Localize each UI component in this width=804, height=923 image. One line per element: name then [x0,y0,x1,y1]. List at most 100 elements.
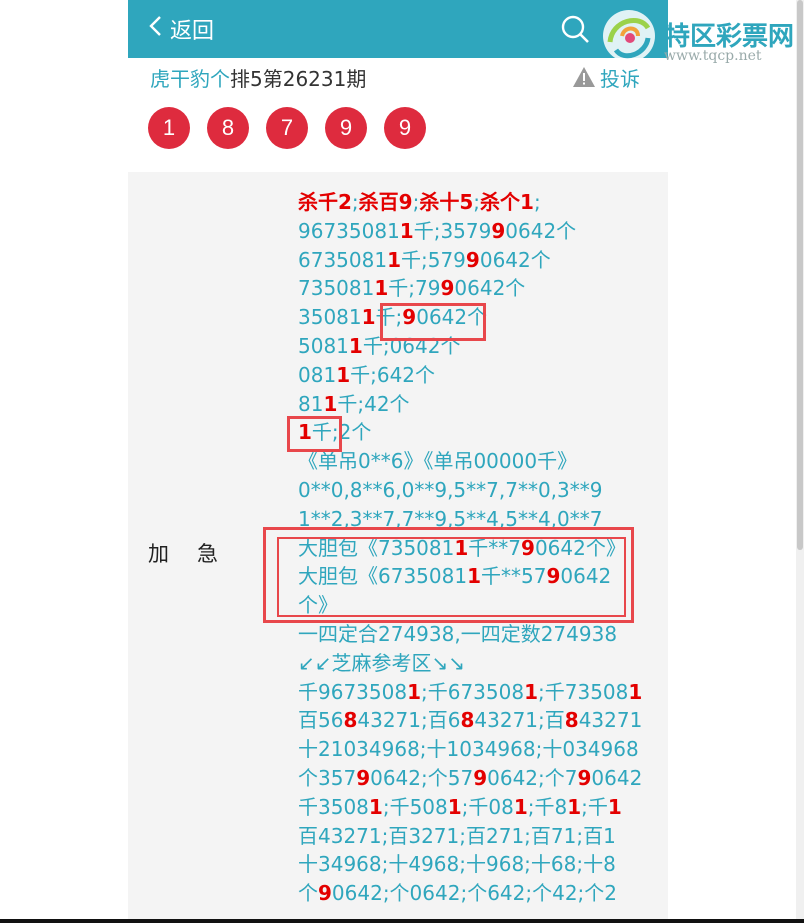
text-seg: ;千508 [382,794,448,819]
text-line: 811千;42个 [298,390,658,419]
hl-digit: 1 [387,247,401,272]
phone-view: 返回 虎干豹个 排5第26231期 投诉 1 8 7 9 9 加急 杀千2;杀百 [128,0,668,923]
site-watermark: 特区彩票网 www.tqcp.net [598,6,804,66]
text-seg: ;千673508 [421,679,525,704]
text-line: 1千;2个 [298,418,658,447]
text-line: 百43271;百3271;百271;百71;百1 [298,823,616,848]
kill-digit: 杀百9 [358,190,413,214]
lottery-link[interactable]: 虎干豹个 [150,63,230,92]
issue-title: 排5第26231期 [230,66,367,91]
separator: ; [473,190,481,214]
text-line: 千96735081;千6735081;千735081 [298,678,658,707]
text-seg: 96735081 [298,218,400,243]
hl-digit: 9 [577,765,592,790]
hl-digit: 1 [447,794,462,819]
text-seg: 千;79 [388,276,441,301]
separator: ; [351,190,359,214]
tag-label: 加急 [148,542,246,566]
text-line: 0811千;642个 [298,361,658,390]
text-seg: 千;642个 [350,362,436,387]
logo-icon [603,10,655,62]
number-ball: 1 [148,107,190,149]
warning-icon [573,67,595,87]
text-line: 杀千2;杀百9;杀十5;杀个1; [298,188,658,217]
hl-digit: 8 [460,708,475,733]
text-line: 千35081;千5081;千081;千81;千1 [298,793,658,822]
text-seg: 0642 [591,765,643,790]
text-seg: 0642;个57 [370,765,474,790]
hl-digit: 1 [628,679,643,704]
text-seg: 43271;百6 [357,708,461,733]
text-seg: 43271;百 [474,708,565,733]
hl-digit: 1 [513,794,528,819]
number-ball: 9 [325,107,367,149]
hl-digit: 8 [564,708,579,733]
text-seg: 81 [298,391,324,416]
text-seg: 千;3579 [413,218,492,243]
text-seg: 个357 [298,765,357,790]
text-line: 百56843271;百6843271;百843271 [298,706,658,735]
bottom-border [0,919,804,923]
text-line: ↙↙芝麻参考区↘↘ [298,650,466,675]
text-seg: 千;42个 [337,391,410,416]
annotation-box-1qian [287,416,342,452]
hl-digit: 1 [361,305,376,330]
number-ball: 9 [384,107,426,149]
text-seg: ;千08 [461,794,514,819]
text-line: 个90642;个0642;个642;个42;个2 [298,879,658,908]
text-seg: 个 [298,881,318,906]
hl-digit: 1 [607,794,622,819]
text-seg: 千9673508 [298,679,408,704]
text-seg: 35081 [298,305,362,330]
hl-digit: 1 [399,218,414,243]
hl-digit: 1 [336,362,351,387]
hl-digit: 1 [323,391,338,416]
text-seg: 0642个 [479,247,551,272]
text-seg: 6735081 [298,247,388,272]
text-seg: 百56 [298,708,344,733]
text-line: 一四定合274938,一四定数274938 [298,621,618,646]
text-seg: 千3508 [298,794,369,819]
back-button[interactable]: 返回 [148,12,214,46]
hl-digit: 1 [374,276,389,301]
number-ball: 8 [207,107,249,149]
text-seg: 081 [298,362,337,387]
chevron-left-icon [148,14,162,44]
text-line: 1**2,3**7,7**9,5**4,5**4,0**7 [298,506,603,527]
hl-digit: 9 [440,276,455,301]
hl-digit: 9 [491,218,506,243]
hl-digit: 9 [318,881,332,906]
hl-digit: 1 [407,679,421,704]
number-ball: 7 [266,107,308,149]
search-icon[interactable] [560,14,590,44]
text-seg: 0642;个7 [487,765,578,790]
watermark-site-url: www.tqcp.net [664,48,762,64]
text-line: 个35790642;个5790642;个790642 [298,764,658,793]
hl-digit: 8 [343,708,358,733]
text-seg: 735081 [298,276,375,301]
hl-digit: 1 [368,794,383,819]
hl-digit: 9 [356,765,371,790]
text-seg: ;千73508 [538,679,629,704]
text-line: 《单吊0**6》《单吊00000千》 [298,449,578,474]
draw-balls: 1 8 7 9 9 [148,107,443,151]
text-seg: 0642个 [505,218,577,243]
hl-digit: 9 [473,765,488,790]
text-line: 0**0,8**6,0**9,5**7,7**0,3**9 [298,477,603,502]
text-seg: 0642个 [454,276,526,301]
hl-digit: 1 [348,333,363,358]
hl-digit: 9 [465,247,480,272]
kill-digit: 杀千2 [298,190,352,214]
complaint-label: 投诉 [600,66,640,91]
kill-digit: 杀个1 [480,190,534,214]
text-line: 十34968;十4968;十968;十68;十8 [298,852,616,877]
text-line: 十21034968;十1034968;十034968 [298,737,639,762]
hl-digit: 1 [524,679,539,704]
kill-digit: 杀十5 [419,190,474,214]
scrollbar-thumb[interactable] [797,0,803,550]
text-seg: ;千 [581,794,608,819]
back-label: 返回 [170,19,215,44]
text-line: 967350811千;357990642个 [298,217,658,246]
annotation-box-dadanbao-inner [277,537,626,617]
top-bar: 返回 [128,0,668,58]
